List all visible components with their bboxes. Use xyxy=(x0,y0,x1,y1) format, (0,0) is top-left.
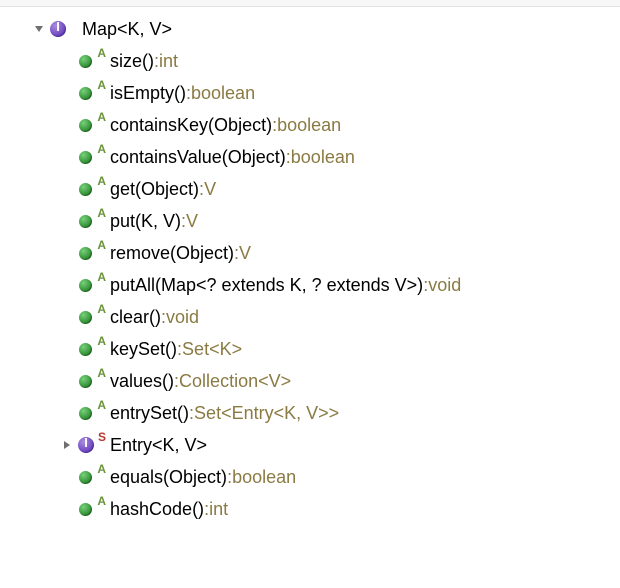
tree-row-method[interactable]: Aget(Object) : V xyxy=(60,173,620,205)
return-type: V xyxy=(204,179,216,200)
return-type: V xyxy=(186,211,198,232)
method-name: keySet() xyxy=(110,339,177,360)
return-type: int xyxy=(159,51,178,72)
abstract-badge-icon: A xyxy=(97,175,106,187)
method-icon: A xyxy=(78,180,96,198)
expand-toggle[interactable] xyxy=(60,438,74,452)
tree-row-method[interactable]: Aclear() : void xyxy=(60,301,620,333)
abstract-badge-icon: A xyxy=(97,367,106,379)
method-name: remove(Object) xyxy=(110,243,234,264)
return-type: V xyxy=(239,243,251,264)
window-header xyxy=(0,0,620,7)
return-type: boolean xyxy=(277,115,341,136)
interface-icon: I xyxy=(50,20,68,38)
method-name: containsValue(Object) xyxy=(110,147,286,168)
static-badge-icon: S xyxy=(98,431,106,443)
method-icon: A xyxy=(78,340,96,358)
tree-row-method[interactable]: AisEmpty() : boolean xyxy=(60,77,620,109)
tree-row-method[interactable]: Asize() : int xyxy=(60,45,620,77)
abstract-badge-icon: A xyxy=(97,111,106,123)
abstract-badge-icon: A xyxy=(97,495,106,507)
abstract-badge-icon: A xyxy=(97,463,106,475)
outline-tree: I Map<K, V> Asize() : intAisEmpty() : bo… xyxy=(0,7,620,525)
method-name: equals(Object) xyxy=(110,467,227,488)
tree-row-root[interactable]: I Map<K, V> xyxy=(32,13,620,45)
method-icon: A xyxy=(78,308,96,326)
return-type: int xyxy=(209,499,228,520)
method-icon: A xyxy=(78,244,96,262)
method-icon: A xyxy=(78,84,96,102)
abstract-badge-icon: A xyxy=(97,143,106,155)
abstract-badge-icon: A xyxy=(97,47,106,59)
tree-row-method[interactable]: Aput(K, V) : V xyxy=(60,205,620,237)
method-name: isEmpty() xyxy=(110,83,186,104)
return-type: void xyxy=(428,275,461,296)
method-name: putAll(Map<? extends K, ? extends V>) xyxy=(110,275,423,296)
method-icon: A xyxy=(78,372,96,390)
abstract-badge-icon: A xyxy=(97,207,106,219)
return-type: Collection<V> xyxy=(179,371,291,392)
tree-row-method[interactable]: AentrySet() : Set<Entry<K, V>> xyxy=(60,397,620,429)
method-name: entrySet() xyxy=(110,403,189,424)
abstract-badge-icon: A xyxy=(97,335,106,347)
tree-row-method[interactable]: Avalues() : Collection<V> xyxy=(60,365,620,397)
method-icon: A xyxy=(78,52,96,70)
abstract-badge-icon: A xyxy=(97,303,106,315)
interface-icon: IS xyxy=(78,436,96,454)
abstract-badge-icon: A xyxy=(97,79,106,91)
return-type: Set<K> xyxy=(182,339,242,360)
method-icon: A xyxy=(78,276,96,294)
tree-row-method[interactable]: Aequals(Object) : boolean xyxy=(60,461,620,493)
tree-row-method[interactable]: AcontainsKey(Object) : boolean xyxy=(60,109,620,141)
return-type: void xyxy=(166,307,199,328)
method-name: size() xyxy=(110,51,154,72)
return-type: Set<Entry<K, V>> xyxy=(194,403,339,424)
method-icon: A xyxy=(78,212,96,230)
expand-toggle[interactable] xyxy=(32,22,46,36)
method-name: hashCode() xyxy=(110,499,204,520)
return-type: boolean xyxy=(191,83,255,104)
method-icon: A xyxy=(78,116,96,134)
tree-row-method[interactable]: AkeySet() : Set<K> xyxy=(60,333,620,365)
return-type: boolean xyxy=(232,467,296,488)
abstract-badge-icon: A xyxy=(97,271,106,283)
abstract-badge-icon: A xyxy=(97,239,106,251)
method-name: get(Object) xyxy=(110,179,199,200)
method-name: containsKey(Object) xyxy=(110,115,272,136)
return-type: boolean xyxy=(291,147,355,168)
abstract-badge-icon: A xyxy=(97,399,106,411)
tree-row-method[interactable]: Aremove(Object) : V xyxy=(60,237,620,269)
method-icon: A xyxy=(78,404,96,422)
method-icon: A xyxy=(78,148,96,166)
tree-row-method[interactable]: AhashCode() : int xyxy=(60,493,620,525)
tree-row-method[interactable]: AcontainsValue(Object) : boolean xyxy=(60,141,620,173)
tree-row-method[interactable]: AputAll(Map<? extends K, ? extends V>) :… xyxy=(60,269,620,301)
type-name: Entry<K, V> xyxy=(110,435,207,456)
method-icon: A xyxy=(78,500,96,518)
type-name: Map<K, V> xyxy=(82,19,172,40)
method-icon: A xyxy=(78,468,96,486)
method-name: put(K, V) xyxy=(110,211,181,232)
method-name: values() xyxy=(110,371,174,392)
tree-row-type[interactable]: IS Entry<K, V> xyxy=(60,429,620,461)
method-name: clear() xyxy=(110,307,161,328)
